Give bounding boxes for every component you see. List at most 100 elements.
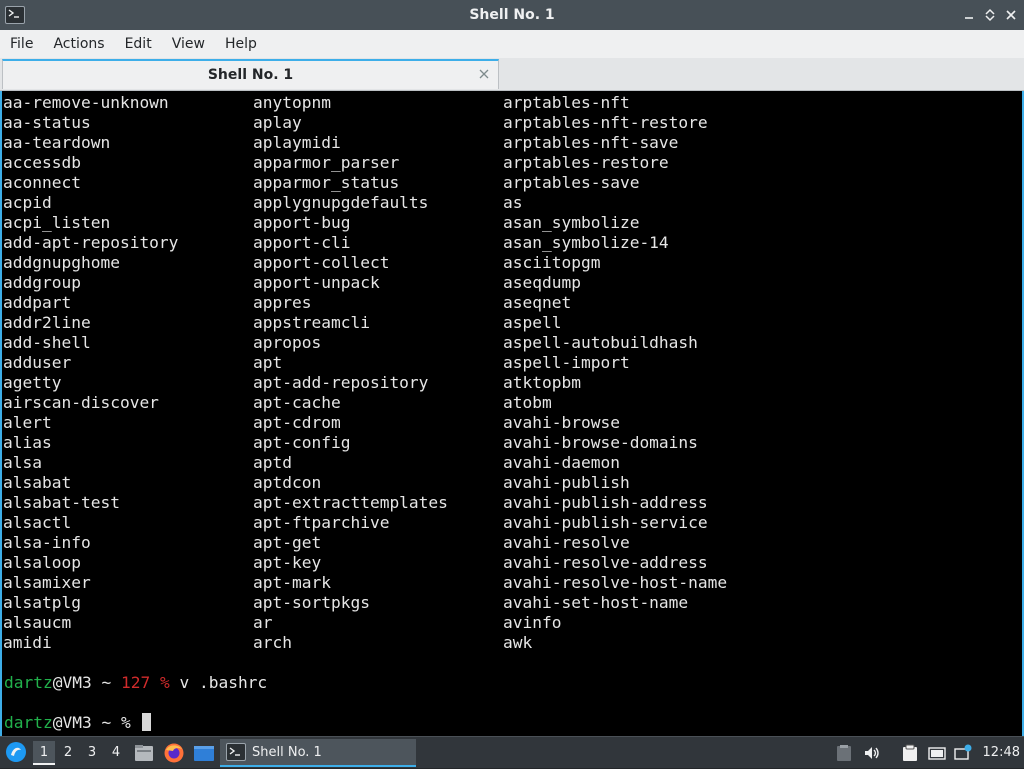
command-entry: add-shell xyxy=(3,333,91,352)
minimize-icon[interactable] xyxy=(961,7,977,23)
command-entry: atktopbm xyxy=(503,373,581,392)
command-entry: apport-unpack xyxy=(253,273,380,292)
command-entry: addgroup xyxy=(3,273,81,292)
command-entry: apt-add-repository xyxy=(253,373,429,392)
terminal-view[interactable]: aa-remove-unknown aa-status aa-teardown acc… xyxy=(0,91,1024,736)
window-titlebar[interactable]: Shell No. 1 xyxy=(0,0,1024,30)
command-entry: apt-key xyxy=(253,553,322,572)
command-entry: avahi-resolve-host-name xyxy=(503,573,728,592)
command-entry: atobm xyxy=(503,393,552,412)
command-entry: avahi-daemon xyxy=(503,453,620,472)
command-entry: addr2line xyxy=(3,313,91,332)
command-entry: arptables-nft xyxy=(503,93,630,112)
command-entry: avahi-resolve xyxy=(503,533,630,552)
command-entry: appres xyxy=(253,293,312,312)
menu-view[interactable]: View xyxy=(162,30,215,58)
command-entry: apt-mark xyxy=(253,573,331,592)
text-cursor xyxy=(142,713,152,731)
workspace-1[interactable]: 1 xyxy=(33,741,55,765)
command-entry: arptables-restore xyxy=(503,153,669,172)
command-entry: applygnupgdefaults xyxy=(253,193,429,212)
listing-column-1: aa-remove-unknown aa-status aa-teardown acc… xyxy=(3,93,178,653)
prompt-user: dartz xyxy=(4,673,53,692)
command-entry: acpi_listen xyxy=(3,213,111,232)
volume-icon[interactable] xyxy=(862,743,882,763)
command-entry: aseqnet xyxy=(503,293,572,312)
notes-icon[interactable] xyxy=(900,743,920,763)
command-entry: arptables-nft-restore xyxy=(503,113,708,132)
command-entry: alsatplg xyxy=(3,593,81,612)
command-entry: as xyxy=(503,193,523,212)
command-entry: acpid xyxy=(3,193,52,212)
prompt-host: @VM3 ~ xyxy=(52,713,121,732)
terminal-task-icon xyxy=(226,743,246,761)
restore-icon[interactable] xyxy=(982,7,998,23)
command-entry: alias xyxy=(3,433,52,452)
close-icon[interactable] xyxy=(1003,7,1019,23)
command-entry: alsamixer xyxy=(3,573,91,592)
prompt-symbol: % xyxy=(150,673,170,692)
menu-file[interactable]: File xyxy=(0,30,43,58)
command-entry: alert xyxy=(3,413,52,432)
file-manager-icon[interactable] xyxy=(133,742,155,764)
task-shell-1[interactable]: Shell No. 1 xyxy=(220,739,416,767)
command-entry: apt-sortpkgs xyxy=(253,593,370,612)
command-entry: aplaymidi xyxy=(253,133,341,152)
prompt-line-2[interactable]: dartz@VM3 ~ % xyxy=(4,713,152,733)
command-entry: alsactl xyxy=(3,513,72,532)
command-entry: alsa xyxy=(3,453,42,472)
command-entry: avahi-publish xyxy=(503,473,630,492)
tab-label: Shell No. 1 xyxy=(207,67,294,83)
command-entry: apt-get xyxy=(253,533,322,552)
window-title: Shell No. 1 xyxy=(469,7,555,23)
command-entry: apport-collect xyxy=(253,253,390,272)
start-menu-icon[interactable] xyxy=(5,741,27,763)
menu-edit[interactable]: Edit xyxy=(115,30,162,58)
command-entry: avahi-browse-domains xyxy=(503,433,698,452)
command-entry: ar xyxy=(253,613,273,632)
taskbar: 1 2 3 4 Shell No. 1 12:48 xyxy=(0,736,1024,768)
menu-help[interactable]: Help xyxy=(215,30,267,58)
tab-bar: Shell No. 1 xyxy=(0,58,1024,91)
command-entry: apport-cli xyxy=(253,233,351,252)
workspace-3[interactable]: 3 xyxy=(81,741,103,765)
clipboard-icon[interactable] xyxy=(834,743,854,763)
menu-actions[interactable]: Actions xyxy=(43,30,114,58)
workspace-2[interactable]: 2 xyxy=(57,741,79,765)
command-entry: apropos xyxy=(253,333,322,352)
exit-code: 127 xyxy=(120,673,151,692)
battery-icon[interactable] xyxy=(927,743,947,763)
command-entry: accessdb xyxy=(3,153,81,172)
terminal-app-icon[interactable] xyxy=(5,6,25,24)
command-entry: asciitopgm xyxy=(503,253,601,272)
command-entry: arptables-nft-save xyxy=(503,133,679,152)
command-entry: aptdcon xyxy=(253,473,322,492)
command-entry: apt-cdrom xyxy=(253,413,341,432)
task-label: Shell No. 1 xyxy=(252,744,322,760)
prompt-user: dartz xyxy=(4,713,53,732)
command-entry: apt-config xyxy=(253,433,351,452)
clock[interactable]: 12:48 xyxy=(983,737,1020,769)
close-tab-icon[interactable] xyxy=(478,68,490,80)
command-entry: alsabat-test xyxy=(3,493,120,512)
command-entry: aplay xyxy=(253,113,302,132)
command-entry: arptables-save xyxy=(503,173,640,192)
command-entry: apt-cache xyxy=(253,393,341,412)
desktop-icon[interactable] xyxy=(193,742,215,764)
command-entry: add-apt-repository xyxy=(3,233,179,252)
command-entry: aseqdump xyxy=(503,273,581,292)
workspace-4[interactable]: 4 xyxy=(105,741,127,765)
command-entry: aa-remove-unknown xyxy=(3,93,169,112)
network-icon[interactable] xyxy=(953,743,973,763)
firefox-icon[interactable] xyxy=(163,742,185,764)
command-entry: addpart xyxy=(3,293,72,312)
command-entry: aa-teardown xyxy=(3,133,111,152)
listing-column-2: anytopnm aplay aplaymidi apparmor_parser app… xyxy=(253,93,448,653)
command-entry: aspell-import xyxy=(503,353,630,372)
command-entry: amidi xyxy=(3,633,52,652)
command-entry: apport-bug xyxy=(253,213,351,232)
command-entry: apparmor_status xyxy=(253,173,400,192)
command-entry: aspell-autobuildhash xyxy=(503,333,698,352)
tab-shell-1[interactable]: Shell No. 1 xyxy=(2,59,499,89)
command-entry: aconnect xyxy=(3,173,81,192)
